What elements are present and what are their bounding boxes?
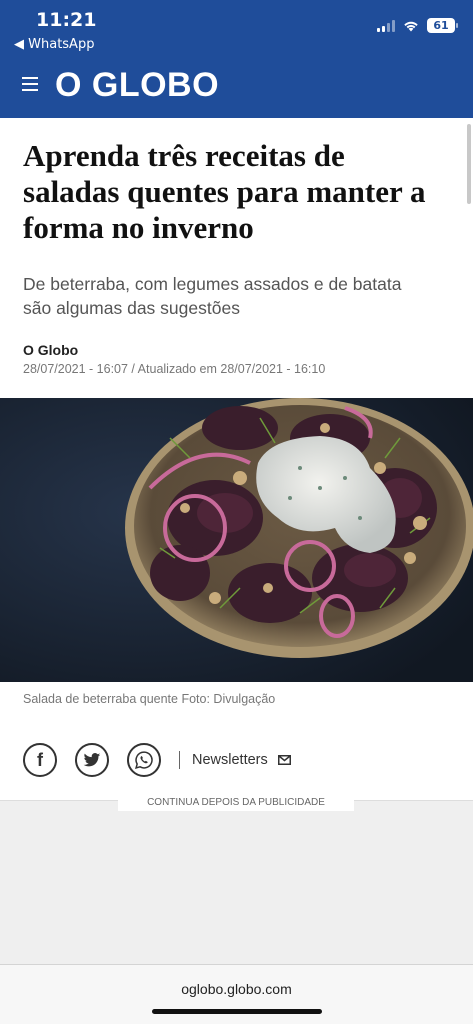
home-indicator[interactable] bbox=[152, 1009, 322, 1014]
signal-icon bbox=[377, 19, 395, 32]
scroll-indicator bbox=[467, 124, 471, 204]
twitter-share-button[interactable] bbox=[75, 743, 109, 777]
share-bar: f Newsletters bbox=[23, 743, 291, 777]
whatsapp-share-button[interactable] bbox=[127, 743, 161, 777]
ad-area bbox=[0, 800, 473, 964]
battery-icon: 61 bbox=[427, 18, 458, 33]
article-photo[interactable] bbox=[0, 398, 473, 682]
newsletters-label: Newsletters bbox=[192, 752, 268, 768]
url-bar[interactable]: oglobo.globo.com bbox=[0, 981, 473, 997]
article-headline: Aprenda três receitas de saladas quentes… bbox=[23, 138, 426, 245]
mail-icon bbox=[277, 755, 291, 765]
ad-label: CONTINUA DEPOIS DA PUBLICIDADE bbox=[118, 795, 354, 811]
browser-bottom-bar: oglobo.globo.com bbox=[0, 964, 473, 1024]
photo-caption: Salada de beterraba quente Foto: Divulga… bbox=[23, 692, 276, 706]
site-logo[interactable]: O GLOBO bbox=[55, 66, 219, 105]
article-author: O Globo bbox=[23, 342, 79, 358]
beet-salad-photo bbox=[0, 398, 473, 682]
status-bar: 11:21 ◀ WhatsApp 61 bbox=[0, 0, 473, 56]
wifi-icon bbox=[403, 20, 419, 32]
facebook-icon: f bbox=[37, 749, 43, 770]
back-to-app-link[interactable]: ◀ WhatsApp bbox=[14, 37, 94, 52]
status-icons: 61 bbox=[377, 18, 458, 33]
site-header: O GLOBO bbox=[0, 56, 473, 118]
menu-icon[interactable] bbox=[22, 77, 38, 91]
share-divider bbox=[179, 751, 180, 769]
article-subtitle: De beterraba, com legumes assados e de b… bbox=[23, 274, 402, 318]
newsletters-link[interactable]: Newsletters bbox=[192, 752, 291, 768]
whatsapp-icon bbox=[135, 751, 153, 769]
status-time: 11:21 bbox=[36, 9, 97, 31]
twitter-icon bbox=[83, 752, 101, 766]
article-dateline: 28/07/2021 - 16:07 / Atualizado em 28/07… bbox=[23, 362, 326, 376]
facebook-share-button[interactable]: f bbox=[23, 743, 57, 777]
section-label-peek bbox=[23, 111, 203, 119]
